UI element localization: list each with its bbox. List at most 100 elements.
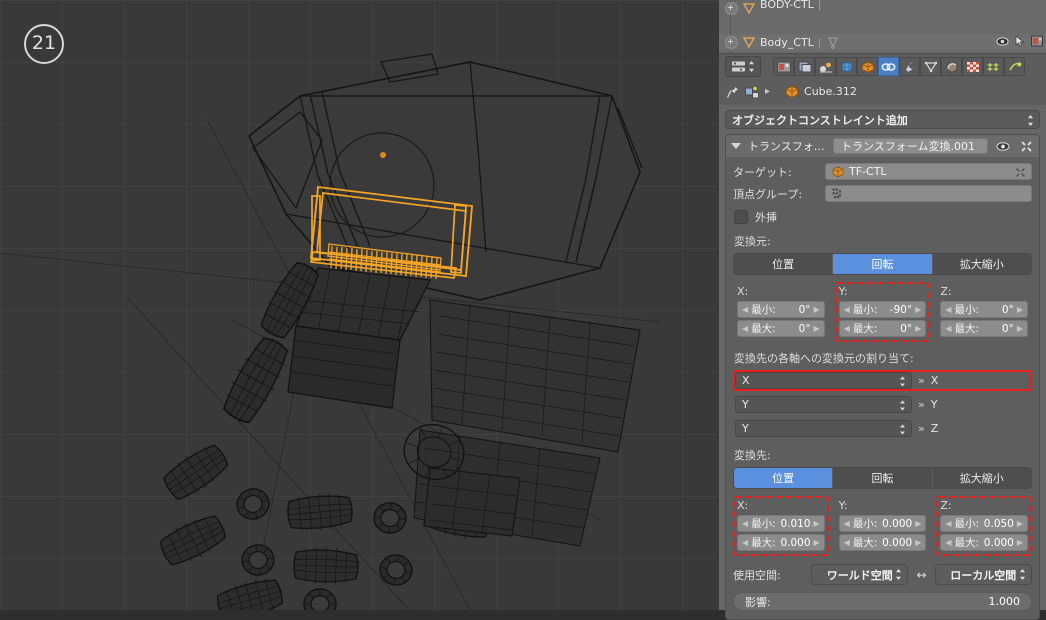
min-label: 最小: [954, 304, 980, 316]
pose-bone-icon[interactable] [826, 36, 840, 49]
dest-z-min-field[interactable]: ◀ 最小: 0.050 ▶ [940, 515, 1029, 532]
increment-arrow-icon[interactable]: ▶ [814, 324, 820, 333]
extrapolate-row[interactable]: 外挿 [734, 209, 1032, 225]
add-object-constraint-dropdown[interactable]: オブジェクトコンストレイント追加 [725, 110, 1040, 129]
close-icon[interactable] [1018, 139, 1034, 154]
increment-arrow-icon[interactable]: ▶ [915, 538, 921, 547]
material-tab[interactable] [941, 57, 962, 76]
increment-arrow-icon[interactable]: ▶ [814, 305, 820, 314]
constraint-name-field[interactable]: トランスフォーム変換.001 [833, 138, 988, 154]
source-mode-scale[interactable]: 拡大縮小 [932, 254, 1031, 274]
expand-toggle-icon[interactable] [725, 2, 738, 15]
dest-y-min-field[interactable]: ◀ 最小: 0.000 ▶ [838, 515, 927, 532]
dest-x-min-field[interactable]: ◀ 最小: 0.010 ▶ [737, 515, 825, 532]
visibility-eye-icon[interactable] [996, 36, 1009, 47]
extrapolate-checkbox[interactable] [734, 210, 748, 224]
chevron-updown-icon[interactable] [748, 60, 755, 73]
expand-toggle-icon[interactable] [725, 36, 738, 49]
increment-arrow-icon[interactable]: ▶ [1017, 519, 1023, 528]
chevron-updown-icon[interactable] [899, 424, 906, 435]
mapping-source-y-value: Y [742, 398, 749, 411]
increment-arrow-icon[interactable]: ▶ [915, 305, 921, 314]
increment-arrow-icon[interactable]: ▶ [915, 519, 921, 528]
dest-mode-rotation[interactable]: 回転 [833, 468, 933, 488]
mapping-source-y-dropdown[interactable]: Y [735, 396, 912, 413]
increment-arrow-icon[interactable]: ▶ [814, 538, 820, 547]
object-tab[interactable] [857, 57, 878, 76]
dest-y-max-field[interactable]: ◀ 最大: 0.000 ▶ [838, 534, 927, 551]
breadcrumb[interactable]: ▸ Cube.312 [719, 78, 1046, 105]
render-layers-tab[interactable] [794, 57, 815, 76]
source-mode-rotation[interactable]: 回転 [833, 254, 933, 274]
chevron-updown-icon[interactable] [1027, 114, 1034, 127]
world-globe-icon [841, 61, 852, 72]
object-data-tab[interactable] [920, 57, 941, 76]
dest-mode-toggle[interactable]: 位置 回転 拡大縮小 [733, 467, 1032, 489]
armature-bone-icon [742, 3, 756, 15]
vertex-group-icon [832, 188, 841, 198]
renderable-camera-icon[interactable] [1031, 35, 1043, 47]
increment-arrow-icon[interactable]: ▶ [915, 324, 921, 333]
clear-target-icon[interactable] [1015, 167, 1026, 178]
properties-tab-bar[interactable] [719, 53, 1046, 79]
3d-viewport[interactable]: 21 [0, 0, 719, 610]
pin-icon[interactable] [726, 85, 740, 99]
vertex-group-label: 頂点グループ: [733, 187, 803, 201]
max-value: 0° [798, 322, 811, 335]
increment-arrow-icon[interactable]: ▶ [1017, 305, 1023, 314]
scene-tab[interactable] [815, 57, 836, 76]
mapping-source-z-dropdown[interactable]: Y [735, 420, 912, 437]
influence-label: 影響: [745, 595, 771, 609]
space-row: 使用空間: ワールド空間 ↔ ローカル空間 [733, 564, 1032, 585]
min-value: 0° [1001, 303, 1014, 316]
dest-mode-scale[interactable]: 拡大縮小 [932, 468, 1031, 488]
dest-z-max-field[interactable]: ◀ 最大: 0.000 ▶ [940, 534, 1029, 551]
target-space-dropdown[interactable]: ローカル空間 [934, 564, 1032, 585]
dest-x-max-field[interactable]: ◀ 最大: 0.000 ▶ [737, 534, 825, 551]
constraint-header[interactable]: トランスフォ… トランスフォーム変換.001 [726, 135, 1039, 157]
particles-tab[interactable] [983, 57, 1004, 76]
chevron-updown-icon[interactable] [899, 376, 906, 387]
source-x-min-field[interactable]: ◀ 最小: 0° ▶ [737, 301, 825, 318]
outliner-row-toggles[interactable] [996, 35, 1043, 47]
render-tab[interactable] [773, 57, 794, 76]
chevron-updown-icon[interactable] [895, 568, 902, 581]
constraint-mute-eye-icon[interactable] [995, 139, 1011, 154]
object-properties-icon[interactable] [745, 85, 760, 99]
expand-triangle-icon[interactable] [731, 143, 741, 149]
outliner-row-body-ctl[interactable]: Body_CTL | [719, 34, 1046, 51]
dest-mode-location[interactable]: 位置 [734, 468, 834, 488]
source-axes-group: X: ◀ 最小: 0° ▶ ◀ 最大: 0° ▶ Y: ◀ 最小: -90° ▶… [733, 282, 1032, 342]
owner-space-dropdown[interactable]: ワールド空間 [811, 564, 909, 585]
editor-type-selector[interactable] [725, 56, 761, 77]
modifiers-tab[interactable] [899, 57, 920, 76]
texture-tab[interactable] [962, 57, 983, 76]
source-mode-location[interactable]: 位置 [734, 254, 834, 274]
physics-tab[interactable] [1004, 57, 1025, 76]
increment-arrow-icon[interactable]: ▶ [1017, 324, 1023, 333]
constraints-tab[interactable] [878, 57, 899, 76]
influence-slider[interactable]: 影響: 1.000 [733, 592, 1032, 611]
max-label: 最大: [954, 323, 980, 335]
source-y-max-field[interactable]: ◀ 最大: 0° ▶ [838, 320, 927, 337]
vertex-group-field[interactable] [825, 185, 1032, 202]
mapping-row-z: Y » Z [733, 418, 1032, 439]
world-tab[interactable] [836, 57, 857, 76]
source-y-min-field[interactable]: ◀ 最小: -90° ▶ [838, 301, 927, 318]
target-field[interactable]: TF-CTL [825, 163, 1032, 180]
mapping-group: X » X Y » Y Y » Z [733, 370, 1032, 439]
outliner-row-body-ctl-clipped[interactable]: BODY-CTL | [719, 0, 1046, 17]
source-mode-toggle[interactable]: 位置 回転 拡大縮小 [733, 253, 1032, 275]
increment-arrow-icon[interactable]: ▶ [814, 519, 820, 528]
render-layers-icon [798, 61, 811, 72]
source-x-max-field[interactable]: ◀ 最大: 0° ▶ [737, 320, 825, 337]
source-z-max-field[interactable]: ◀ 最大: 0° ▶ [940, 320, 1029, 337]
increment-arrow-icon[interactable]: ▶ [1017, 538, 1023, 547]
outliner-editor[interactable]: BODY-CTL | Body_CTL | [719, 0, 1046, 53]
source-z-min-field[interactable]: ◀ 最小: 0° ▶ [940, 301, 1029, 318]
selectable-cursor-icon[interactable] [1015, 35, 1025, 47]
chevron-updown-icon[interactable] [899, 400, 906, 411]
chevron-updown-icon[interactable] [1019, 568, 1026, 581]
annotation-step-number: 21 [24, 24, 64, 64]
mapping-source-x-dropdown[interactable]: X [735, 372, 912, 389]
